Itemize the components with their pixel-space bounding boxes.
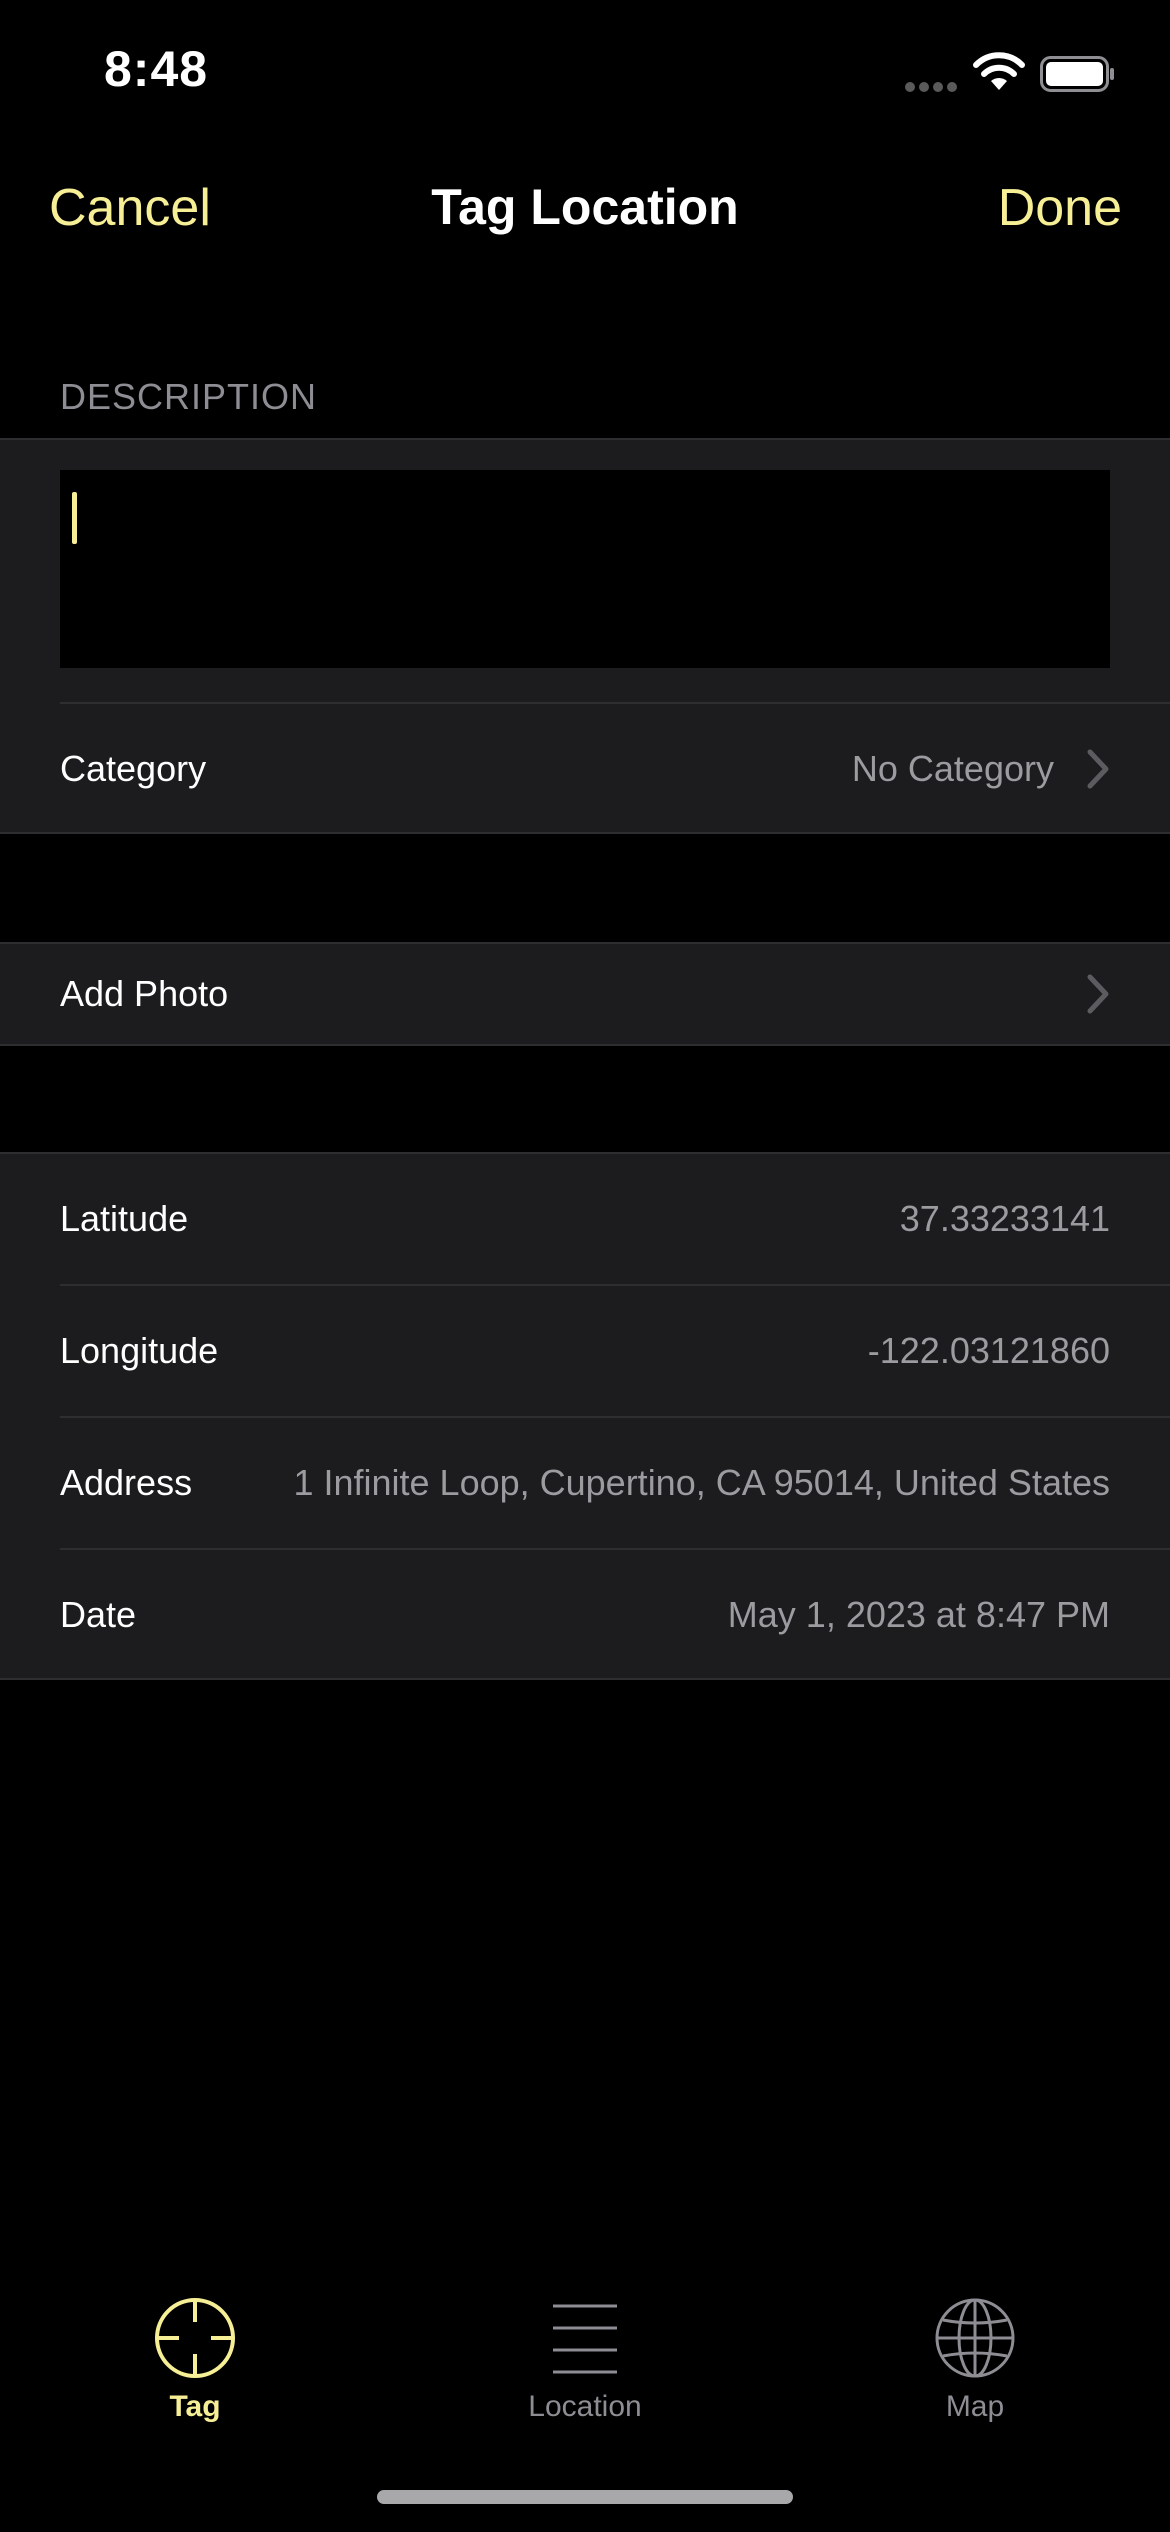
category-label: Category	[60, 748, 207, 789]
tab-location-label: Location	[528, 2390, 642, 2423]
address-value: 1 Infinite Loop, Cupertino, CA 95014, Un…	[293, 1462, 1110, 1503]
page-title: Tag Location	[431, 179, 739, 235]
status-time: 8:48	[104, 41, 209, 97]
chevron-right-icon	[1087, 974, 1109, 1014]
tab-map[interactable]: Map	[780, 2290, 1170, 2430]
done-button[interactable]: Done	[998, 178, 1122, 238]
longitude-label: Longitude	[60, 1330, 219, 1371]
description-section-header: DESCRIPTION	[60, 376, 318, 417]
add-photo-label: Add Photo	[60, 973, 229, 1014]
longitude-row: Longitude -122.03121860	[0, 1286, 1170, 1416]
latitude-row: Latitude 37.33233141	[0, 1154, 1170, 1284]
category-row[interactable]: Category No Category	[0, 704, 1170, 834]
description-group: Category No Category	[0, 438, 1170, 834]
tab-map-label: Map	[945, 2390, 1005, 2423]
add-photo-row[interactable]: Add Photo	[0, 944, 1170, 1044]
location-details-group: Latitude 37.33233141 Longitude -122.0312…	[0, 1152, 1170, 1680]
crosshair-icon	[155, 2298, 235, 2378]
chevron-right-icon	[1087, 749, 1109, 789]
cellular-signal-icon	[905, 82, 959, 92]
longitude-value: -122.03121860	[867, 1330, 1110, 1371]
tab-tag-label: Tag	[169, 2390, 221, 2423]
battery-icon	[1040, 56, 1114, 92]
photo-group: Add Photo	[0, 942, 1170, 1046]
date-value: May 1, 2023 at 8:47 PM	[727, 1594, 1110, 1635]
address-row: Address 1 Infinite Loop, Cupertino, CA 9…	[0, 1418, 1170, 1548]
wifi-icon	[973, 52, 1025, 90]
tab-location[interactable]: Location	[390, 2290, 780, 2430]
tab-tag[interactable]: Tag	[0, 2290, 390, 2430]
list-icon	[553, 2304, 617, 2374]
category-value: No Category	[851, 748, 1054, 789]
home-indicator[interactable]	[377, 2490, 793, 2504]
text-cursor	[72, 492, 77, 544]
description-text-view[interactable]	[60, 470, 1110, 668]
date-label: Date	[60, 1594, 137, 1635]
latitude-value: 37.33233141	[899, 1198, 1110, 1239]
latitude-label: Latitude	[60, 1198, 189, 1239]
date-row: Date May 1, 2023 at 8:47 PM	[0, 1550, 1170, 1680]
globe-icon	[935, 2298, 1015, 2378]
address-label: Address	[60, 1462, 193, 1503]
